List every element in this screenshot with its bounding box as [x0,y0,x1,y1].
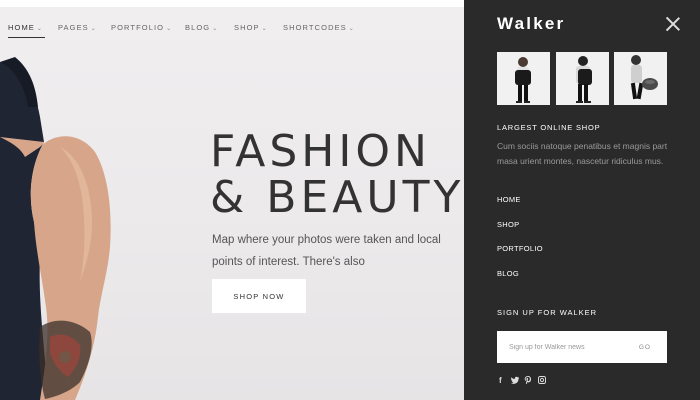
nav-item-shop[interactable]: SHOP ⌄ [234,23,268,32]
nav-item-label: BLOG [185,23,211,32]
product-thumbnail[interactable] [614,52,667,105]
nav-item-shortcodes[interactable]: SHORTCODES ⌄ [283,23,355,32]
pinterest-icon[interactable] [524,376,532,386]
panel-menu-item-shop[interactable]: SHOP [497,220,519,229]
main-nav: HOME ⌄ PAGES ⌄ PORTFOLIO ⌄ BLOG ⌄ SHOP ⌄ SHOR… [0,7,464,38]
backpack-model-image [556,52,609,105]
top-strip [0,0,464,7]
panel-menu-item-blog[interactable]: BLOG [497,269,519,278]
panel-menu-item-home[interactable]: HOME [497,195,521,204]
nav-item-portfolio[interactable]: PORTFOLIO ⌄ [111,23,172,32]
chevron-down-icon: ⌄ [166,26,173,32]
section-title: LARGEST ONLINE SHOP [497,123,601,132]
nav-item-pages[interactable]: PAGES ⌄ [58,23,97,32]
brand-logo: Walker [497,14,566,33]
chevron-down-icon: ⌄ [348,26,355,32]
instagram-icon[interactable] [538,376,547,386]
product-thumbnail[interactable] [556,52,609,105]
nav-item-label: PAGES [58,23,89,32]
section-description: Cum sociis natoque penatibus et magnis p… [497,141,668,166]
chevron-down-icon: ⌄ [212,26,219,32]
model-image [0,57,111,400]
nav-item-home[interactable]: HOME ⌄ [8,23,46,38]
nav-item-label: HOME [8,23,35,32]
signup-form: GO [497,331,667,363]
signup-email-input[interactable] [507,331,627,363]
nav-item-label: SHOP [234,23,260,32]
nav-item-label: SHORTCODES [283,23,347,32]
duffel-model-image [614,52,667,105]
hero-section: HOME ⌄ PAGES ⌄ PORTFOLIO ⌄ BLOG ⌄ SHOP ⌄ SHOR… [0,7,464,400]
headline-line-1: FASHION [210,126,431,177]
signup-go-button[interactable]: GO [633,331,657,363]
chevron-down-icon: ⌄ [261,26,268,32]
hero-headline: FASHION & BEAUTY [210,130,464,220]
side-panel: Walker LARGEST ONLINE SHOP Cum sociis na… [464,0,700,400]
backpack-model-image [497,52,550,105]
product-thumbnail[interactable] [497,52,550,105]
panel-menu-item-portfolio[interactable]: PORTFOLIO [497,244,543,253]
headline-line-2: & BEAUTY [210,172,464,223]
nav-item-blog[interactable]: BLOG ⌄ [185,23,218,32]
nav-item-label: PORTFOLIO [111,23,165,32]
signup-title: SIGN UP FOR WALKER [497,308,598,317]
close-icon[interactable] [666,17,680,31]
twitter-icon[interactable] [511,376,520,386]
hero-subtext: Map where your photos were taken and loc… [212,234,441,268]
facebook-icon[interactable]: f [499,376,502,385]
chevron-down-icon: ⌄ [36,26,44,32]
product-thumbnails [497,52,667,105]
chevron-down-icon: ⌄ [90,26,97,32]
shop-now-button[interactable]: SHOP NOW [212,279,306,313]
